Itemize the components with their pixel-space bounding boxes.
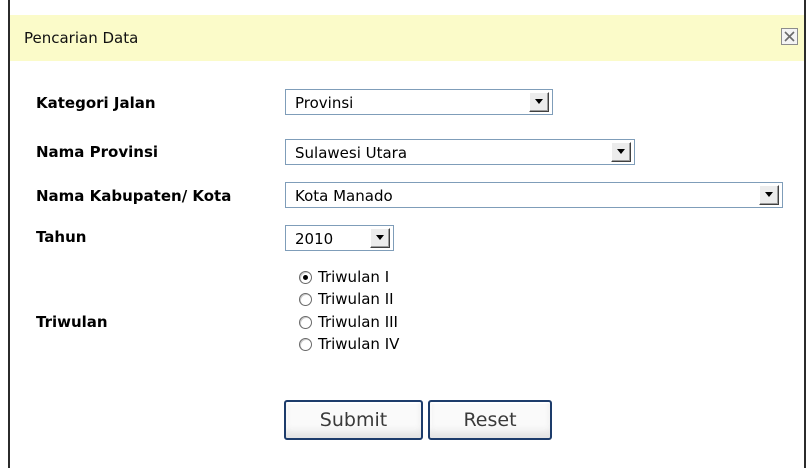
kategori-jalan-value: Provinsi	[295, 94, 354, 112]
tahun-value: 2010	[295, 230, 334, 248]
dialog-titlebar: Pencarian Data	[10, 15, 804, 61]
triwulan-radio[interactable]	[299, 338, 312, 351]
nama-kabupaten-value: Kota Manado	[295, 187, 393, 205]
chevron-down-icon	[765, 192, 773, 197]
nama-provinsi-dropdown-button[interactable]	[611, 142, 631, 162]
triwulan-radio[interactable]	[299, 316, 312, 329]
chevron-down-icon	[617, 149, 625, 154]
radio-selected-dot	[303, 275, 308, 280]
close-icon	[784, 31, 795, 42]
dialog-title: Pencarian Data	[24, 29, 139, 47]
tahun-label: Tahun	[36, 228, 87, 246]
chevron-down-icon	[535, 99, 543, 104]
nama-kabupaten-dropdown-button[interactable]	[759, 185, 779, 205]
triwulan-radio[interactable]	[299, 293, 312, 306]
chevron-down-icon	[376, 235, 384, 240]
close-button[interactable]	[781, 28, 798, 45]
nama-provinsi-select[interactable]: Sulawesi Utara	[285, 139, 635, 165]
submit-button[interactable]: Submit	[284, 400, 423, 440]
nama-provinsi-label: Nama Provinsi	[36, 143, 159, 161]
nama-provinsi-value: Sulawesi Utara	[295, 144, 408, 162]
kategori-jalan-dropdown-button[interactable]	[529, 92, 549, 112]
triwulan-option-label: Triwulan I	[318, 268, 390, 286]
tahun-dropdown-button[interactable]	[370, 228, 390, 248]
tahun-select[interactable]: 2010	[285, 225, 394, 251]
search-dialog: Pencarian Data Kategori Jalan Provinsi N…	[0, 0, 806, 468]
triwulan-option-label: Triwulan IV	[318, 335, 400, 353]
nama-kabupaten-label: Nama Kabupaten/ Kota	[36, 187, 232, 205]
kategori-jalan-label: Kategori Jalan	[36, 94, 156, 112]
triwulan-option-label: Triwulan II	[318, 290, 394, 308]
nama-kabupaten-select[interactable]: Kota Manado	[285, 182, 783, 208]
dialog-border-left	[8, 0, 10, 468]
triwulan-option-label: Triwulan III	[318, 313, 398, 331]
kategori-jalan-select[interactable]: Provinsi	[285, 89, 553, 115]
triwulan-label: Triwulan	[36, 313, 108, 331]
reset-button[interactable]: Reset	[428, 400, 552, 440]
triwulan-radio[interactable]	[299, 271, 312, 284]
